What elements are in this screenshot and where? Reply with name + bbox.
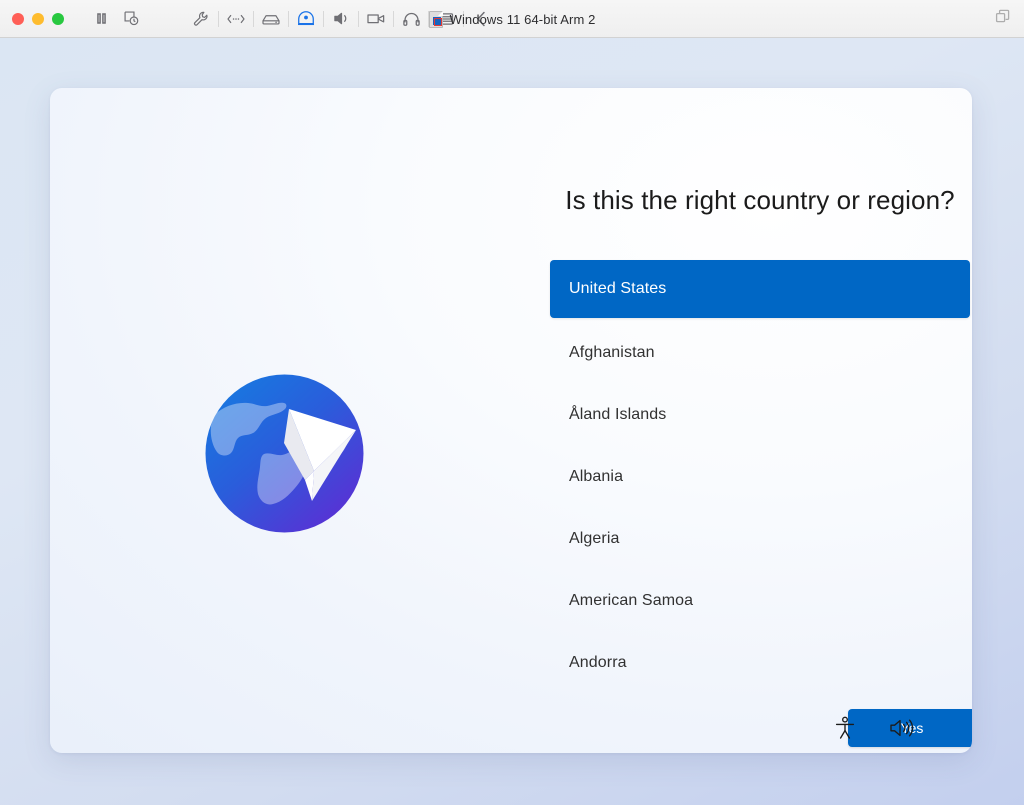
- pause-icon: [94, 11, 109, 26]
- window-title-group: Windows 11 64-bit Arm 2: [0, 0, 1024, 38]
- country-item-afghanistan[interactable]: Afghanistan: [550, 322, 970, 384]
- country-label: American Samoa: [569, 592, 693, 610]
- country-item-united-states[interactable]: United States: [550, 260, 970, 318]
- sound-button[interactable]: [326, 6, 356, 32]
- maximize-button[interactable]: [52, 13, 64, 25]
- traffic-lights: [0, 13, 64, 25]
- toolbar-divider: [393, 11, 394, 27]
- network-button[interactable]: [221, 6, 251, 32]
- country-item-albania[interactable]: Albania: [550, 446, 970, 508]
- country-label: United States: [569, 280, 666, 298]
- page-title: Is this the right country or region?: [550, 185, 970, 216]
- vm-screen: Is this the right country or region? Uni…: [0, 38, 1024, 805]
- toolbar-divider: [253, 11, 254, 27]
- toolbar-divider: [358, 11, 359, 27]
- volume-icon: [888, 717, 914, 744]
- restore-window-icon: [994, 8, 1012, 31]
- toolbar-divider: [218, 11, 219, 27]
- camera-icon: [296, 10, 316, 27]
- country-region-list[interactable]: United States Afghanistan Åland Islands …: [550, 260, 970, 694]
- printer-icon: [438, 11, 455, 27]
- video-button[interactable]: [361, 6, 391, 32]
- video-camera-icon: [366, 11, 386, 26]
- settings-button[interactable]: [186, 6, 216, 32]
- harddisk-button[interactable]: [256, 6, 286, 32]
- minimize-button[interactable]: [32, 13, 44, 25]
- vm-window: Windows 11 64-bit Arm 2: [0, 0, 1024, 805]
- network-icon: [226, 12, 246, 26]
- toolbar-divider: [323, 11, 324, 27]
- headphones-button[interactable]: [396, 6, 426, 32]
- restore-window-button[interactable]: [994, 0, 1012, 38]
- toolbar-divider: [428, 11, 429, 27]
- snapshot-button[interactable]: [116, 6, 146, 32]
- oobe-right-panel: Is this the right country or region? Uni…: [548, 88, 972, 753]
- volume-button[interactable]: [886, 715, 916, 745]
- hard-drive-icon: [261, 11, 281, 27]
- country-item-american-samoa[interactable]: American Samoa: [550, 570, 970, 632]
- collapse-button[interactable]: [466, 6, 496, 32]
- oobe-system-icons: [830, 715, 916, 745]
- pause-button[interactable]: [86, 6, 116, 32]
- toolbar-tools: [186, 6, 496, 32]
- country-label: Albania: [569, 468, 623, 486]
- chevron-left-icon: [474, 10, 488, 28]
- globe-with-paper-airplane-icon: [202, 371, 367, 536]
- country-item-aland-islands[interactable]: Åland Islands: [550, 384, 970, 446]
- printer-button[interactable]: [431, 6, 461, 32]
- speaker-icon: [332, 10, 351, 27]
- country-label: Algeria: [569, 530, 620, 548]
- oobe-card: Is this the right country or region? Uni…: [50, 88, 972, 753]
- wrench-icon: [192, 10, 210, 28]
- accessibility-button[interactable]: [830, 715, 860, 745]
- accessibility-icon: [834, 716, 856, 745]
- close-button[interactable]: [12, 13, 24, 25]
- country-item-andorra[interactable]: Andorra: [550, 632, 970, 694]
- toolbar-divider: [463, 11, 464, 27]
- country-label: Andorra: [569, 654, 627, 672]
- country-item-algeria[interactable]: Algeria: [550, 508, 970, 570]
- camera-button[interactable]: [291, 6, 321, 32]
- window-titlebar: Windows 11 64-bit Arm 2: [0, 0, 1024, 38]
- country-label: Afghanistan: [569, 344, 655, 362]
- country-label: Åland Islands: [569, 406, 666, 424]
- headphones-icon: [402, 11, 421, 27]
- snapshot-icon: [123, 10, 140, 27]
- toolbar-divider: [288, 11, 289, 27]
